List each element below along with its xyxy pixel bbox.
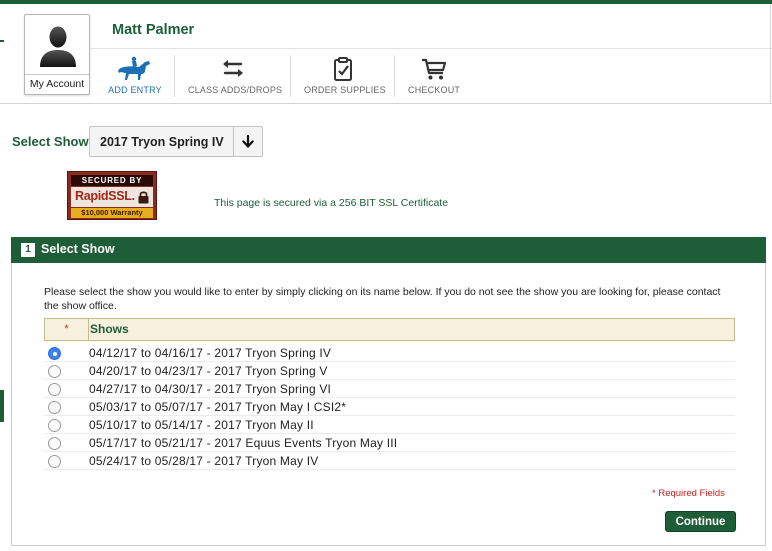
nav-add-entry[interactable]: ADD ENTRY [106,56,164,98]
show-name: 05/17/17 to 05/21/17 - 2017 Equus Events… [89,436,398,450]
show-radio[interactable] [48,383,61,396]
show-name: 04/20/17 to 04/23/17 - 2017 Tryon Spring… [89,364,328,378]
show-radio[interactable] [48,401,61,414]
step-number-badge: 1 [21,243,35,257]
header-right-border [770,4,771,103]
show-row[interactable]: 05/17/17 to 05/21/17 - 2017 Equus Events… [44,434,735,452]
user-avatar-icon [40,26,76,67]
user-name: Matt Palmer [112,22,195,38]
show-row[interactable]: 05/10/17 to 05/14/17 - 2017 Tryon May II [44,416,735,434]
show-select-value: 2017 Tryon Spring IV [100,135,224,149]
rapidssl-badge[interactable]: SECURED BY RapidSSL. $10,000 Warranty [67,171,157,220]
arrow-down-icon [242,135,254,148]
show-select-dropdown[interactable]: 2017 Tryon Spring IV [89,126,263,157]
select-show-panel: 1 Select Show Please select the show you… [11,237,766,546]
left-edge-mark [0,40,4,42]
nav-order-supplies-label: ORDER SUPPLIES [304,85,386,95]
top-accent-bar [0,0,772,4]
ssl-badge-top-text: SECURED BY [71,175,153,186]
padlock-icon [138,191,149,204]
show-radio[interactable] [48,365,61,378]
show-radio[interactable] [48,419,61,432]
clipboard-check-icon [334,57,352,81]
show-row[interactable]: 04/20/17 to 04/23/17 - 2017 Tryon Spring… [44,362,735,380]
my-account-label: My Account [25,74,89,94]
nav-add-entry-label: ADD ENTRY [108,85,162,95]
show-name: 05/10/17 to 05/14/17 - 2017 Tryon May II [89,418,314,432]
header-bottom-border [0,103,772,104]
required-fields-note: * Required Fields [652,488,725,499]
show-row[interactable]: 04/27/17 to 04/30/17 - 2017 Tryon Spring… [44,380,735,398]
ssl-badge-warranty: $10,000 Warranty [71,208,153,218]
show-radio[interactable] [48,347,61,360]
nav-checkout[interactable]: CHECKOUT [408,56,460,98]
ssl-badge-name: RapidSSL. [75,189,135,203]
required-marker: * [45,319,89,340]
show-radio[interactable] [48,437,61,450]
continue-button[interactable]: Continue [665,511,736,532]
show-name: 04/12/17 to 04/16/17 - 2017 Tryon Spring… [89,346,332,360]
show-row[interactable]: 04/12/17 to 04/16/17 - 2017 Tryon Spring… [44,344,735,362]
nav-class-adds-drops-label: CLASS ADDS/DROPS [188,85,283,95]
nav-class-adds-drops[interactable]: CLASS ADDS/DROPS [188,56,283,98]
show-row[interactable]: 05/03/17 to 05/07/17 - 2017 Tryon May I … [44,398,735,416]
show-name: 04/27/17 to 04/30/17 - 2017 Tryon Spring… [89,382,332,396]
left-edge-mark [0,390,4,422]
panel-title: Select Show [41,242,115,256]
ssl-message: This page is secured via a 256 BIT SSL C… [214,197,449,209]
show-name: 05/03/17 to 05/07/17 - 2017 Tryon May I … [89,400,347,414]
nav-separator [394,55,395,97]
instructions-text: Please select the show you would like to… [44,286,721,312]
header-divider [90,48,772,49]
ssl-badge-brand: RapidSSL. [71,187,153,207]
show-row[interactable]: 05/24/17 to 05/28/17 - 2017 Tryon May IV [44,452,735,470]
shows-table-header: * Shows [44,318,735,341]
nav-order-supplies[interactable]: ORDER SUPPLIES [304,56,386,98]
nav-separator [290,55,291,97]
my-account-button[interactable]: My Account [24,14,90,95]
show-select-toggle[interactable] [233,127,262,156]
show-radio[interactable] [48,455,61,468]
nav-separator [174,55,175,97]
select-show-label: Select Show [12,134,89,149]
shopping-cart-icon [422,58,447,80]
swap-arrows-icon [223,60,243,77]
shows-column-header: Shows [90,322,129,336]
panel-header: 1 Select Show [11,237,766,263]
nav-checkout-label: CHECKOUT [408,85,461,95]
show-name: 05/24/17 to 05/28/17 - 2017 Tryon May IV [89,454,319,468]
horse-rider-icon [118,56,150,80]
